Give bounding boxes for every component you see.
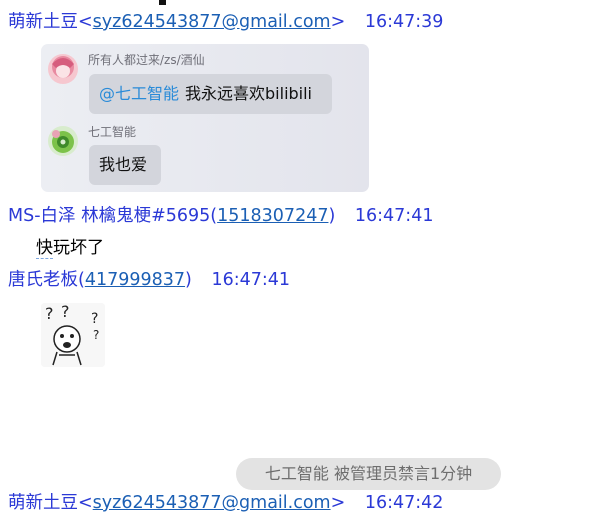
- quoted-message-bubble[interactable]: 我也爱: [89, 145, 161, 185]
- quoted-author-name: 所有人都过来/zs/酒仙: [88, 53, 205, 67]
- contact-qq-link[interactable]: 1518307247: [217, 206, 328, 226]
- svg-text:?: ?: [45, 304, 54, 323]
- mention-link[interactable]: @七工智能: [99, 84, 179, 103]
- message-time: 16:47:41: [354, 206, 434, 226]
- message-header: 唐氏老板(417999837) 16:47:41: [8, 270, 291, 290]
- contact-email-link[interactable]: syz624543877@gmail.com: [93, 12, 331, 32]
- message-header: 萌新土豆<syz624543877@gmail.com> 16:47:39: [8, 12, 444, 32]
- quoted-author-name: 七工智能: [88, 125, 137, 139]
- sender-name[interactable]: MS-白泽 林檎鬼梗#5695: [8, 206, 210, 226]
- message-header: 萌新土豆<syz624543877@gmail.com> 16:47:42: [8, 493, 444, 513]
- svg-text:?: ?: [93, 328, 99, 342]
- sender-name[interactable]: 萌新土豆: [8, 493, 78, 513]
- clipped-top-fragment: [159, 0, 166, 5]
- message-time: 16:47:41: [211, 270, 291, 290]
- confused-face-sticker[interactable]: ? ? ? ?: [41, 303, 105, 367]
- avatar[interactable]: [48, 126, 78, 156]
- avatar[interactable]: [48, 54, 78, 84]
- message-header: MS-白泽 林檎鬼梗#5695(1518307247) 16:47:41: [8, 206, 434, 226]
- message-time: 16:47:42: [364, 493, 444, 513]
- quoted-message-text: 我永远喜欢bilibili: [185, 84, 313, 103]
- sender-name[interactable]: 萌新土豆: [8, 12, 78, 32]
- system-notice-banner: 七工智能 被管理员禁言1分钟: [236, 458, 501, 490]
- spellcheck-underline: 快: [36, 238, 53, 259]
- message-time: 16:47:39: [364, 12, 444, 32]
- quoted-message-bubble[interactable]: @七工智能 我永远喜欢bilibili: [89, 74, 332, 114]
- quoted-message-text: 我也爱: [99, 155, 148, 174]
- svg-text:?: ?: [91, 311, 98, 327]
- message-text: 快玩坏了: [36, 238, 104, 259]
- contact-email-link[interactable]: syz624543877@gmail.com: [93, 493, 331, 513]
- sender-name[interactable]: 唐氏老板: [8, 270, 78, 290]
- contact-qq-link[interactable]: 417999837: [85, 270, 185, 290]
- svg-text:?: ?: [61, 303, 70, 321]
